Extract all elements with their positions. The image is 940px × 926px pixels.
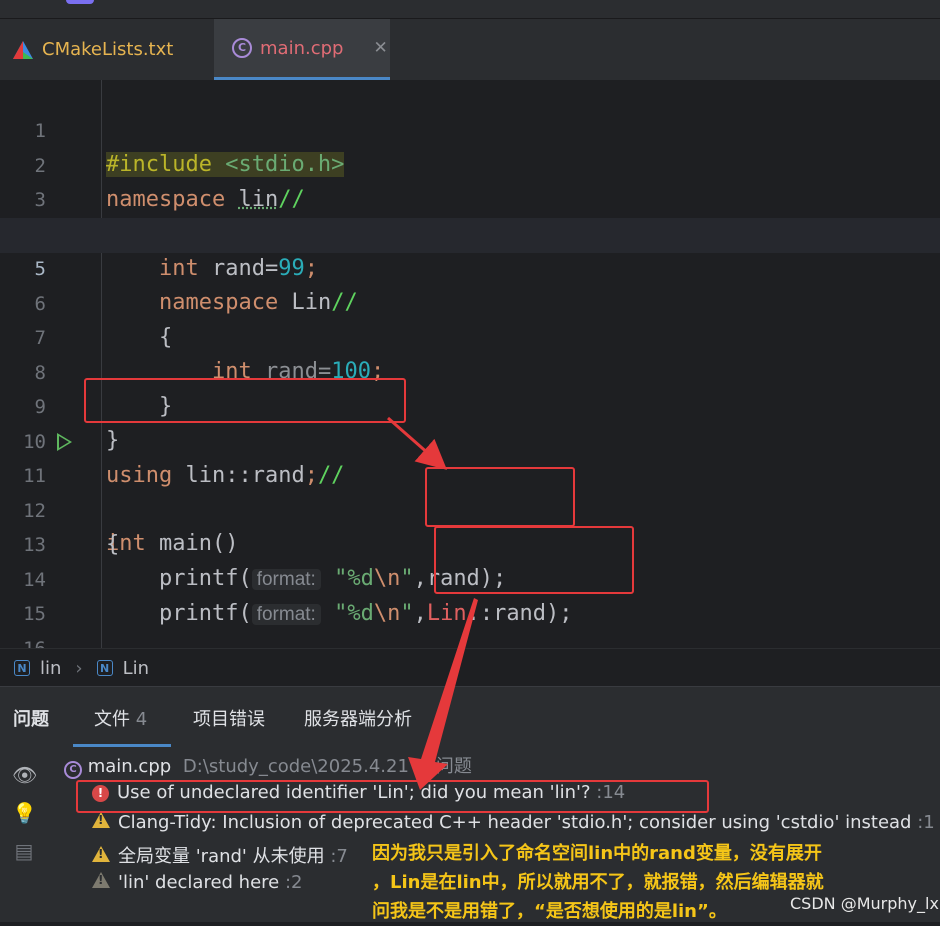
- arrow-to-rand: [387, 416, 448, 470]
- annotation-arrows: [387, 416, 478, 790]
- annotation-line: ，Lin是在lin中，所以就用不了，就报错，然后编辑器就: [372, 872, 824, 893]
- watermark: CSDN @Murphy_lx: [790, 894, 939, 913]
- annotation-line: 因为我只是引入了命名空间lin中的rand变量，没有展开: [372, 843, 822, 864]
- arrow-to-error: [408, 598, 478, 790]
